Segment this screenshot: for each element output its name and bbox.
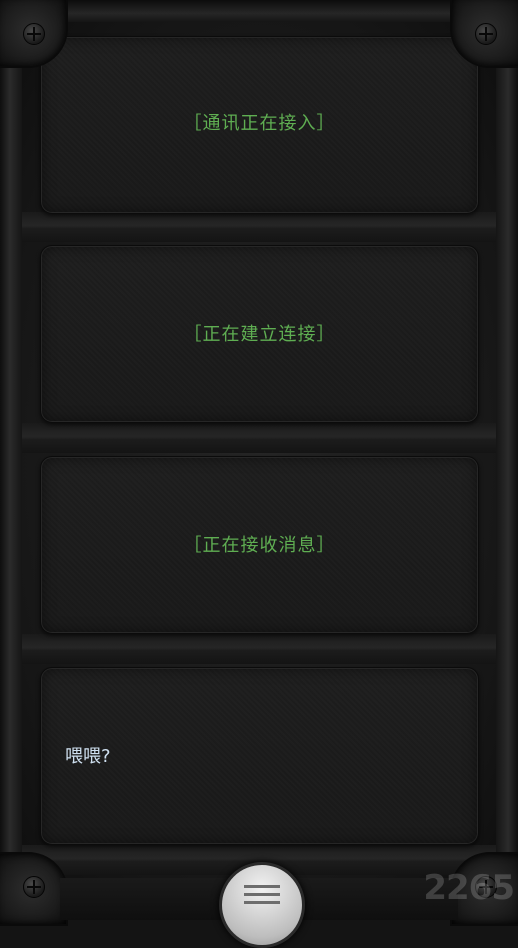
message-panel-2: ［正在建立连接］: [40, 245, 479, 423]
hamburger-menu-icon: [244, 885, 280, 888]
system-message: ［正在建立连接］: [183, 324, 336, 345]
screw-icon: [23, 876, 45, 898]
panel-divider: [22, 212, 496, 242]
panel-divider: [22, 423, 496, 453]
screw-icon: [475, 23, 497, 45]
frame-rail-top: [0, 0, 518, 22]
hamburger-menu-icon-line: [244, 893, 280, 896]
dialog-line: 喂喂?: [65, 746, 111, 767]
frame-rail-left: [0, 0, 22, 920]
frame-rail-right: [496, 0, 518, 920]
system-message: ［正在接收消息］: [183, 535, 336, 556]
menu-button[interactable]: [219, 862, 305, 948]
hamburger-menu-icon-line: [244, 901, 280, 904]
panel-divider: [22, 634, 496, 664]
screw-icon: [23, 23, 45, 45]
watermark-logo: 2265: [423, 868, 515, 908]
message-panel-3: ［正在接收消息］: [40, 456, 479, 634]
message-panel-1: ［通讯正在接入］: [40, 36, 479, 214]
dialog-panel[interactable]: 喂喂?: [40, 667, 479, 845]
system-message: ［通讯正在接入］: [183, 113, 336, 134]
